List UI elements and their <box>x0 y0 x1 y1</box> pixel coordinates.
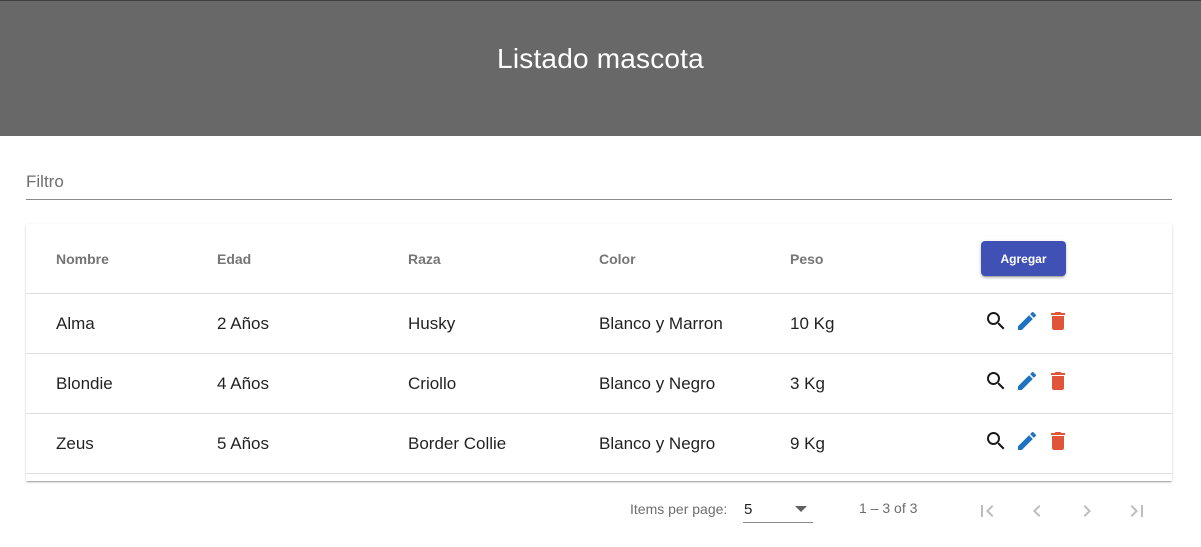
delete-icon[interactable] <box>1043 426 1072 455</box>
cell-color: Blanco y Negro <box>599 373 716 393</box>
column-header-raza[interactable]: Raza <box>408 224 441 293</box>
column-header-edad[interactable]: Edad <box>217 224 251 293</box>
cell-nombre: Zeus <box>56 433 94 453</box>
last-page-button[interactable] <box>1120 495 1154 527</box>
page-title: Listado mascota <box>497 42 704 74</box>
page-size-select[interactable]: 5 <box>743 497 813 523</box>
cell-raza: Husky <box>408 313 456 333</box>
edit-icon[interactable] <box>1012 306 1041 335</box>
table-row: Alma 2 Años Husky Blanco y Marron 10 Kg <box>26 294 1172 354</box>
column-header-peso[interactable]: Peso <box>790 224 823 293</box>
cell-raza: Border Collie <box>408 433 507 453</box>
search-icon[interactable] <box>981 306 1010 335</box>
first-page-icon <box>981 505 994 517</box>
table-row: Zeus 5 Años Border Collie Blanco y Negro… <box>26 414 1172 474</box>
range-label: 1 – 3 of 3 <box>859 500 918 516</box>
cell-peso: 9 Kg <box>790 433 825 453</box>
add-cell: Agregar <box>981 224 1066 293</box>
cell-nombre: Alma <box>56 313 95 333</box>
items-per-page-label: Items per page: <box>630 501 728 517</box>
delete-icon[interactable] <box>1043 366 1072 395</box>
add-button[interactable]: Agregar <box>981 241 1066 276</box>
cell-peso: 10 Kg <box>790 313 835 333</box>
paginator: Items per page: 5 1 – 3 of 3 <box>0 487 1201 533</box>
chevron-right-icon <box>1083 505 1091 517</box>
cell-nombre: Blondie <box>56 373 113 393</box>
cell-peso: 3 Kg <box>790 373 825 393</box>
edit-icon[interactable] <box>1012 426 1041 455</box>
column-header-color[interactable]: Color <box>599 224 636 293</box>
first-page-button[interactable] <box>970 495 1004 527</box>
dropdown-arrow-icon <box>795 506 807 512</box>
page-size-value: 5 <box>744 501 753 518</box>
cell-color: Blanco y Marron <box>599 313 723 333</box>
filter-field[interactable] <box>26 160 1172 200</box>
cell-edad: 4 Años <box>217 373 269 393</box>
next-page-button[interactable] <box>1070 495 1104 527</box>
row-actions <box>981 294 1072 353</box>
previous-page-button[interactable] <box>1020 495 1054 527</box>
row-actions <box>981 354 1072 413</box>
cell-edad: 5 Años <box>217 433 269 453</box>
cell-raza: Criollo <box>408 373 457 393</box>
chevron-left-icon <box>1033 505 1041 517</box>
search-icon[interactable] <box>981 366 1010 395</box>
delete-icon[interactable] <box>1043 306 1072 335</box>
filter-input[interactable] <box>26 160 1172 200</box>
last-page-icon <box>1130 505 1143 517</box>
search-icon[interactable] <box>981 426 1010 455</box>
cell-edad: 2 Años <box>217 313 269 333</box>
page-header: Listado mascota <box>0 0 1201 136</box>
cell-color: Blanco y Negro <box>599 433 716 453</box>
pets-table: Nombre Edad Raza Color Peso Agregar Alma… <box>26 224 1172 481</box>
edit-icon[interactable] <box>1012 366 1041 395</box>
table-header-row: Nombre Edad Raza Color Peso Agregar <box>26 224 1172 294</box>
table-row: Blondie 4 Años Criollo Blanco y Negro 3 … <box>26 354 1172 414</box>
column-header-nombre[interactable]: Nombre <box>56 224 109 293</box>
row-actions <box>981 414 1072 473</box>
